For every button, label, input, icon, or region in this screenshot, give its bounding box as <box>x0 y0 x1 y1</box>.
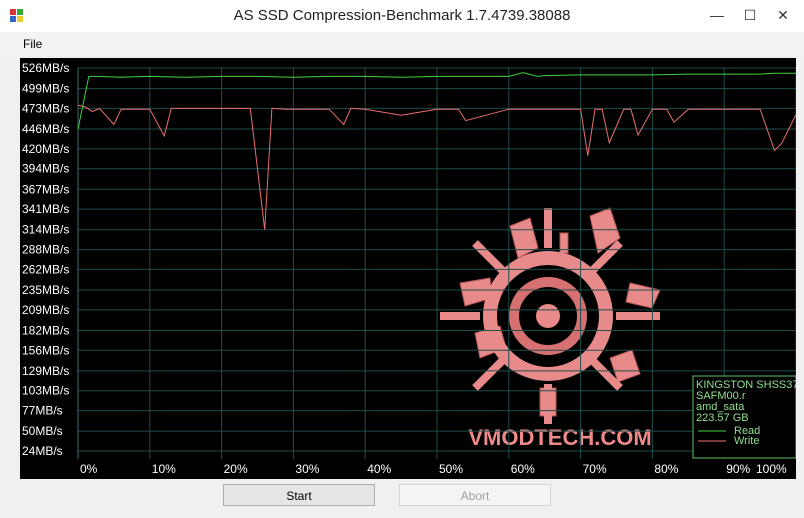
window-title: AS SSD Compression-Benchmark 1.7.4739.38… <box>233 7 571 24</box>
y-tick-label: 182MB/s <box>22 323 69 337</box>
x-tick-label: 100% <box>756 462 787 476</box>
y-tick-label: 473MB/s <box>22 101 69 115</box>
y-tick-label: 314MB/s <box>22 223 69 237</box>
y-tick-label: 156MB/s <box>22 343 69 357</box>
y-tick-label: 446MB/s <box>22 122 69 136</box>
abort-button: Abort <box>399 484 551 506</box>
y-tick-label: 341MB/s <box>22 202 69 216</box>
x-tick-label: 80% <box>654 462 678 476</box>
close-icon[interactable]: ✕ <box>770 4 796 26</box>
x-tick-label: 90% <box>726 462 750 476</box>
y-tick-label: 526MB/s <box>22 61 69 75</box>
watermark-text: VMODTECH.COM <box>468 425 651 450</box>
y-tick-label: 103MB/s <box>22 384 69 398</box>
x-tick-label: 20% <box>224 462 248 476</box>
y-tick-label: 77MB/s <box>22 404 63 418</box>
x-tick-label: 70% <box>583 462 607 476</box>
maximize-icon[interactable]: ☐ <box>737 4 763 26</box>
legend-capacity: 223.57 GB <box>696 412 749 424</box>
legend-write-label: Write <box>734 435 759 447</box>
y-tick-label: 209MB/s <box>22 303 69 317</box>
x-tick-label: 10% <box>152 462 176 476</box>
y-tick-label: 50MB/s <box>22 424 63 438</box>
x-tick-label: 60% <box>511 462 535 476</box>
x-tick-label: 50% <box>439 462 463 476</box>
window-edge <box>796 58 804 479</box>
title-bar: AS SSD Compression-Benchmark 1.7.4739.38… <box>0 0 804 32</box>
x-tick-label: 40% <box>367 462 391 476</box>
y-tick-label: 262MB/s <box>22 262 69 276</box>
start-button[interactable]: Start <box>223 484 375 506</box>
y-tick-label: 288MB/s <box>22 243 69 257</box>
x-tick-label: 0% <box>80 462 98 476</box>
y-tick-label: 24MB/s <box>22 444 63 458</box>
menu-bar: File <box>0 32 804 56</box>
y-tick-label: 420MB/s <box>22 142 69 156</box>
y-tick-label: 129MB/s <box>22 364 69 378</box>
menu-file[interactable]: File <box>23 37 42 51</box>
legend-box: KINGSTON SHSS37 SAFM00.r amd_sata 223.57… <box>692 375 799 459</box>
y-tick-label: 394MB/s <box>22 162 69 176</box>
compression-chart: VMODTECH.COM 526MB/s 499MB/s 473MB/s 446MB/… <box>22 61 799 476</box>
watermark-logo: VMODTECH.COM <box>440 207 661 450</box>
y-tick-label: 499MB/s <box>22 82 69 96</box>
minimize-icon[interactable]: — <box>704 4 730 26</box>
chart-area: VMODTECH.COM 526MB/s 499MB/s 473MB/s 446MB/… <box>20 58 799 479</box>
y-tick-label: 367MB/s <box>22 182 69 196</box>
y-tick-label: 235MB/s <box>22 283 69 297</box>
x-tick-label: 30% <box>295 462 319 476</box>
